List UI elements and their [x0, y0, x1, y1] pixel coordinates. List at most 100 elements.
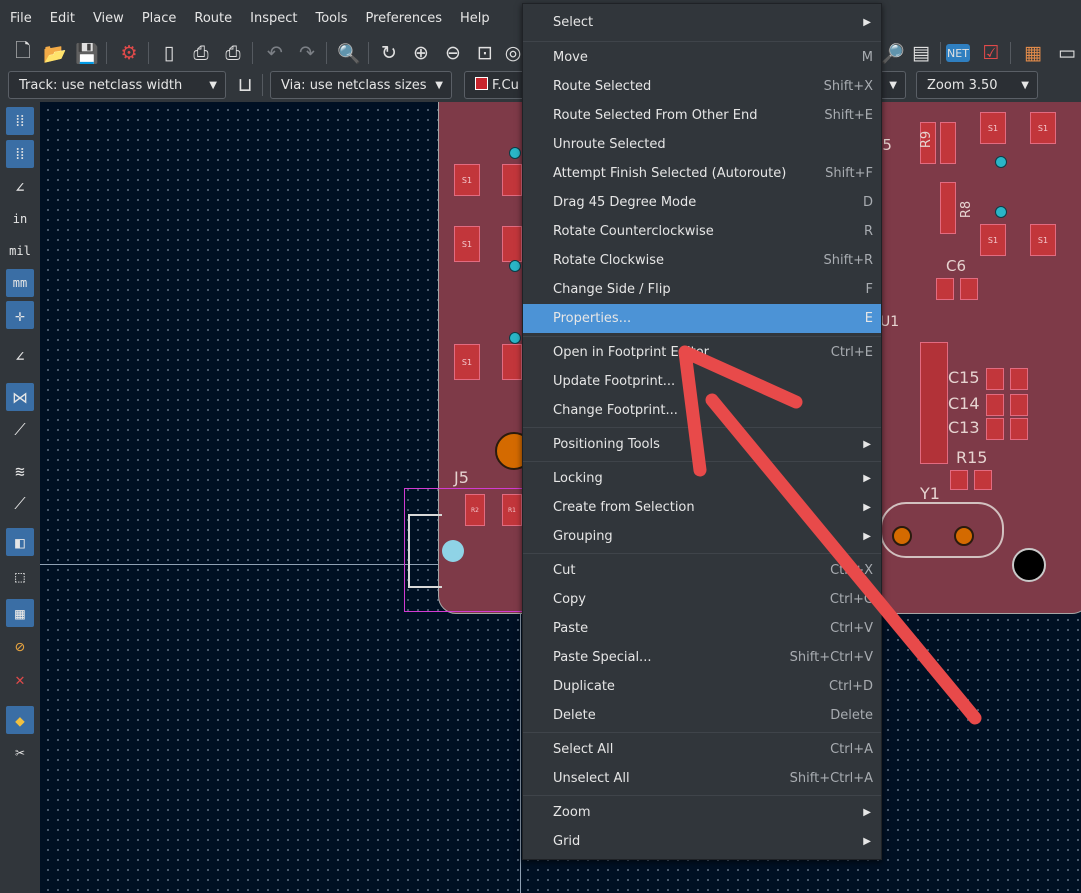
zoom-select[interactable]: Zoom 3.50 ▼ [916, 71, 1038, 99]
netlist-icon[interactable]: NET [946, 44, 970, 62]
menu-separator [523, 553, 881, 554]
submenu-arrow-icon: ▶ [863, 439, 871, 450]
menu-item-zoom[interactable]: Zoom ▶ [523, 798, 881, 827]
save-icon[interactable]: 💾 [74, 40, 100, 66]
polar-coordinates-icon[interactable]: ∠ [6, 173, 34, 201]
menu-item-open-footprint-editor[interactable]: Open in Footprint Editor Ctrl+E [523, 338, 881, 367]
menu-item-flip[interactable]: Change Side / Flip F [523, 275, 881, 304]
menu-item-grouping[interactable]: Grouping ▶ [523, 522, 881, 551]
menu-view[interactable]: View [83, 0, 132, 38]
toolbar-separator [368, 42, 369, 64]
toolbar-separator [940, 42, 941, 64]
show-vias-icon[interactable]: ⟋ [6, 490, 34, 518]
menu-item-paste[interactable]: Paste Ctrl+V [523, 614, 881, 643]
menu-edit[interactable]: Edit [40, 0, 83, 38]
menu-item-rotate-cw[interactable]: Rotate Clockwise Shift+R [523, 246, 881, 275]
scripting-icon[interactable]: ▭ [1054, 40, 1080, 66]
menu-item-label: Attempt Finish Selected (Autoroute) [553, 166, 787, 181]
footprint-editor-icon[interactable]: ▦ [1020, 40, 1046, 66]
zoom-in-icon[interactable]: ⊕ [408, 40, 434, 66]
menu-item-shortcut: Shift+X [823, 79, 873, 94]
drc-icon[interactable]: ☑ [978, 40, 1004, 66]
pad-c13 [986, 418, 1004, 440]
menu-item-label: Rotate Clockwise [553, 253, 665, 268]
refresh-icon[interactable]: ↻ [376, 40, 402, 66]
menu-tools[interactable]: Tools [305, 0, 355, 38]
menu-item-route-selected-other-end[interactable]: Route Selected From Other End Shift+E [523, 101, 881, 130]
menu-inspect[interactable]: Inspect [240, 0, 305, 38]
new-board-icon[interactable]: 🗋 [10, 40, 36, 66]
menu-item-cut[interactable]: Cut Ctrl+X [523, 556, 881, 585]
page-settings-icon[interactable]: ▯ [156, 40, 182, 66]
fill-zones-icon[interactable]: ▦ [6, 599, 34, 627]
menu-help[interactable]: Help [450, 0, 498, 38]
undo-icon[interactable]: ↶ [262, 40, 288, 66]
auto-track-width-icon[interactable]: ⊔ [232, 72, 258, 98]
menu-item-update-footprint[interactable]: Update Footprint... [523, 367, 881, 396]
plot-icon[interactable]: ⎙ [220, 40, 246, 66]
net-highlight-icon[interactable]: ✕ [6, 665, 34, 693]
measure-angle-icon[interactable]: ∠ [6, 342, 34, 370]
show-pads-icon[interactable]: ⊘ [6, 632, 34, 660]
menu-item-grid[interactable]: Grid ▶ [523, 827, 881, 856]
track-width-select[interactable]: Track: use netclass width ▼ [8, 71, 226, 99]
board-setup-icon[interactable]: ⚙ [116, 40, 142, 66]
units-mils-button[interactable]: mil [6, 237, 34, 265]
zoom-out-icon[interactable]: ⊖ [440, 40, 466, 66]
high-contrast-icon[interactable]: ◧ [6, 528, 34, 556]
u1-pins [920, 342, 948, 464]
menu-preferences[interactable]: Preferences [356, 0, 450, 38]
menu-item-move[interactable]: Move M [523, 43, 881, 72]
units-mm-button[interactable]: mm [6, 269, 34, 297]
menu-place[interactable]: Place [132, 0, 185, 38]
menu-item-positioning-tools[interactable]: Positioning Tools ▶ [523, 430, 881, 459]
menu-item-paste-special[interactable]: Paste Special... Shift+Ctrl+V [523, 643, 881, 672]
menu-item-select[interactable]: Select ▶ [523, 8, 881, 37]
pad: S1 [454, 226, 480, 262]
ref-u1: U1 [880, 314, 900, 330]
menu-route[interactable]: Route [184, 0, 240, 38]
3d-viewer-icon[interactable]: 🔎 [880, 40, 906, 66]
grid-toggle-icon[interactable]: ⁞⁞ [6, 107, 34, 135]
menu-item-rotate-ccw[interactable]: Rotate Counterclockwise R [523, 217, 881, 246]
pad-r2: R2 [465, 494, 485, 526]
show-tracks-icon[interactable]: ≋ [6, 457, 34, 485]
grid-select[interactable]: ▼ [880, 71, 906, 99]
redo-icon[interactable]: ↷ [294, 40, 320, 66]
menu-item-locking[interactable]: Locking ▶ [523, 464, 881, 493]
menu-file[interactable]: File [0, 0, 40, 38]
menu-item-unselect-all[interactable]: Unselect All Shift+Ctrl+A [523, 764, 881, 793]
cursor-crosshair-icon[interactable]: ✛ [6, 301, 34, 329]
menu-item-drag-45[interactable]: Drag 45 Degree Mode D [523, 188, 881, 217]
pad-r8 [940, 182, 956, 234]
menu-item-route-selected[interactable]: Route Selected Shift+X [523, 72, 881, 101]
menu-item-duplicate[interactable]: Duplicate Ctrl+D [523, 672, 881, 701]
open-folder-icon[interactable]: 📂 [42, 40, 68, 66]
menu-item-properties[interactable]: Properties... E [523, 304, 881, 333]
ratsnest-icon[interactable]: ⋈ [6, 383, 34, 411]
print-icon[interactable]: ⎙ [188, 40, 214, 66]
menu-item-delete[interactable]: Delete Delete [523, 701, 881, 730]
via [995, 206, 1007, 218]
mounting-hole [1012, 548, 1046, 582]
layer-manager-icon[interactable]: ▤ [908, 40, 934, 66]
menu-item-select-all[interactable]: Select All Ctrl+A [523, 735, 881, 764]
menu-item-copy[interactable]: Copy Ctrl+C [523, 585, 881, 614]
units-inches-button[interactable]: in [6, 205, 34, 233]
zone-outline-icon[interactable]: ⬚ [6, 562, 34, 590]
submenu-arrow-icon: ▶ [863, 807, 871, 818]
menu-item-change-footprint[interactable]: Change Footprint... [523, 396, 881, 425]
pad-c15b [1010, 368, 1028, 390]
menu-item-shortcut: Delete [830, 708, 873, 723]
polar-coords-icon[interactable]: ⁞⁞ [6, 140, 34, 168]
find-icon[interactable]: 🔍 [336, 40, 362, 66]
layer-select[interactable]: F.Cu ( [464, 71, 528, 99]
via-size-select[interactable]: Via: use netclass sizes ▼ [270, 71, 452, 99]
tools-icon[interactable]: ✂ [6, 738, 34, 766]
zoom-fit-icon[interactable]: ⊡ [472, 40, 498, 66]
layers-manager-icon[interactable]: ◆ [6, 706, 34, 734]
menu-item-autoroute[interactable]: Attempt Finish Selected (Autoroute) Shift… [523, 159, 881, 188]
curved-ratsnest-icon[interactable]: ⟋ [6, 416, 34, 444]
menu-item-unroute-selected[interactable]: Unroute Selected [523, 130, 881, 159]
menu-item-create-from-selection[interactable]: Create from Selection ▶ [523, 493, 881, 522]
